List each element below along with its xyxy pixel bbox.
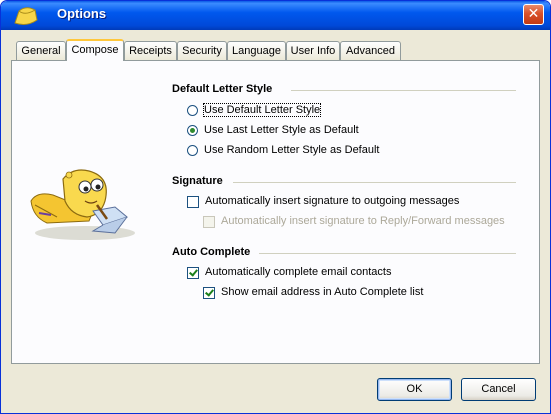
title-bar[interactable]: Options ✕ <box>1 1 550 30</box>
ok-button[interactable]: OK <box>377 378 452 401</box>
tab-security[interactable]: Security <box>177 41 227 60</box>
radio-button[interactable] <box>187 145 198 156</box>
checkbox-complete-email-contacts[interactable]: Automatically complete email contacts <box>187 265 391 280</box>
tab-user-info[interactable]: User Info <box>286 41 340 60</box>
close-icon: ✕ <box>527 6 540 22</box>
app-icon <box>14 7 38 25</box>
radio-button[interactable] <box>187 105 198 116</box>
tab-compose[interactable]: Compose <box>66 39 124 61</box>
tab-language[interactable]: Language <box>227 41 286 60</box>
checkbox[interactable] <box>187 195 199 208</box>
checkbox-checked[interactable] <box>203 286 215 299</box>
letter-character-illustration <box>30 169 135 240</box>
checkbox-auto-insert-signature[interactable]: Automatically insert signature to outgoi… <box>187 194 459 209</box>
cancel-button[interactable]: Cancel <box>461 378 536 401</box>
tab-general[interactable]: General <box>16 41 66 60</box>
section-divider <box>291 90 516 91</box>
section-divider <box>259 253 516 254</box>
auto-complete-heading: Auto Complete <box>172 246 251 258</box>
checkbox-signature-reply-forward: Automatically insert signature to Reply/… <box>203 214 505 229</box>
tab-receipts[interactable]: Receipts <box>124 41 177 60</box>
tab-advanced[interactable]: Advanced <box>340 41 401 60</box>
section-divider <box>233 182 516 183</box>
close-button[interactable]: ✕ <box>523 4 544 25</box>
radio-use-last-style[interactable]: Use Last Letter Style as Default <box>187 123 359 138</box>
window-title: Options <box>57 6 107 21</box>
radio-button-selected[interactable] <box>187 125 198 136</box>
checkbox-disabled <box>203 215 215 228</box>
radio-use-random-style[interactable]: Use Random Letter Style as Default <box>187 143 379 158</box>
options-dialog: Options ✕ General Compose Receipts Secur… <box>0 0 551 414</box>
checkbox-checked[interactable] <box>187 266 199 279</box>
checkbox-show-email-address[interactable]: Show email address in Auto Complete list <box>203 285 423 300</box>
default-letter-style-heading: Default Letter Style <box>172 83 273 95</box>
signature-heading: Signature <box>172 175 223 187</box>
radio-use-default-style[interactable]: Use Default Letter Style <box>187 103 322 118</box>
